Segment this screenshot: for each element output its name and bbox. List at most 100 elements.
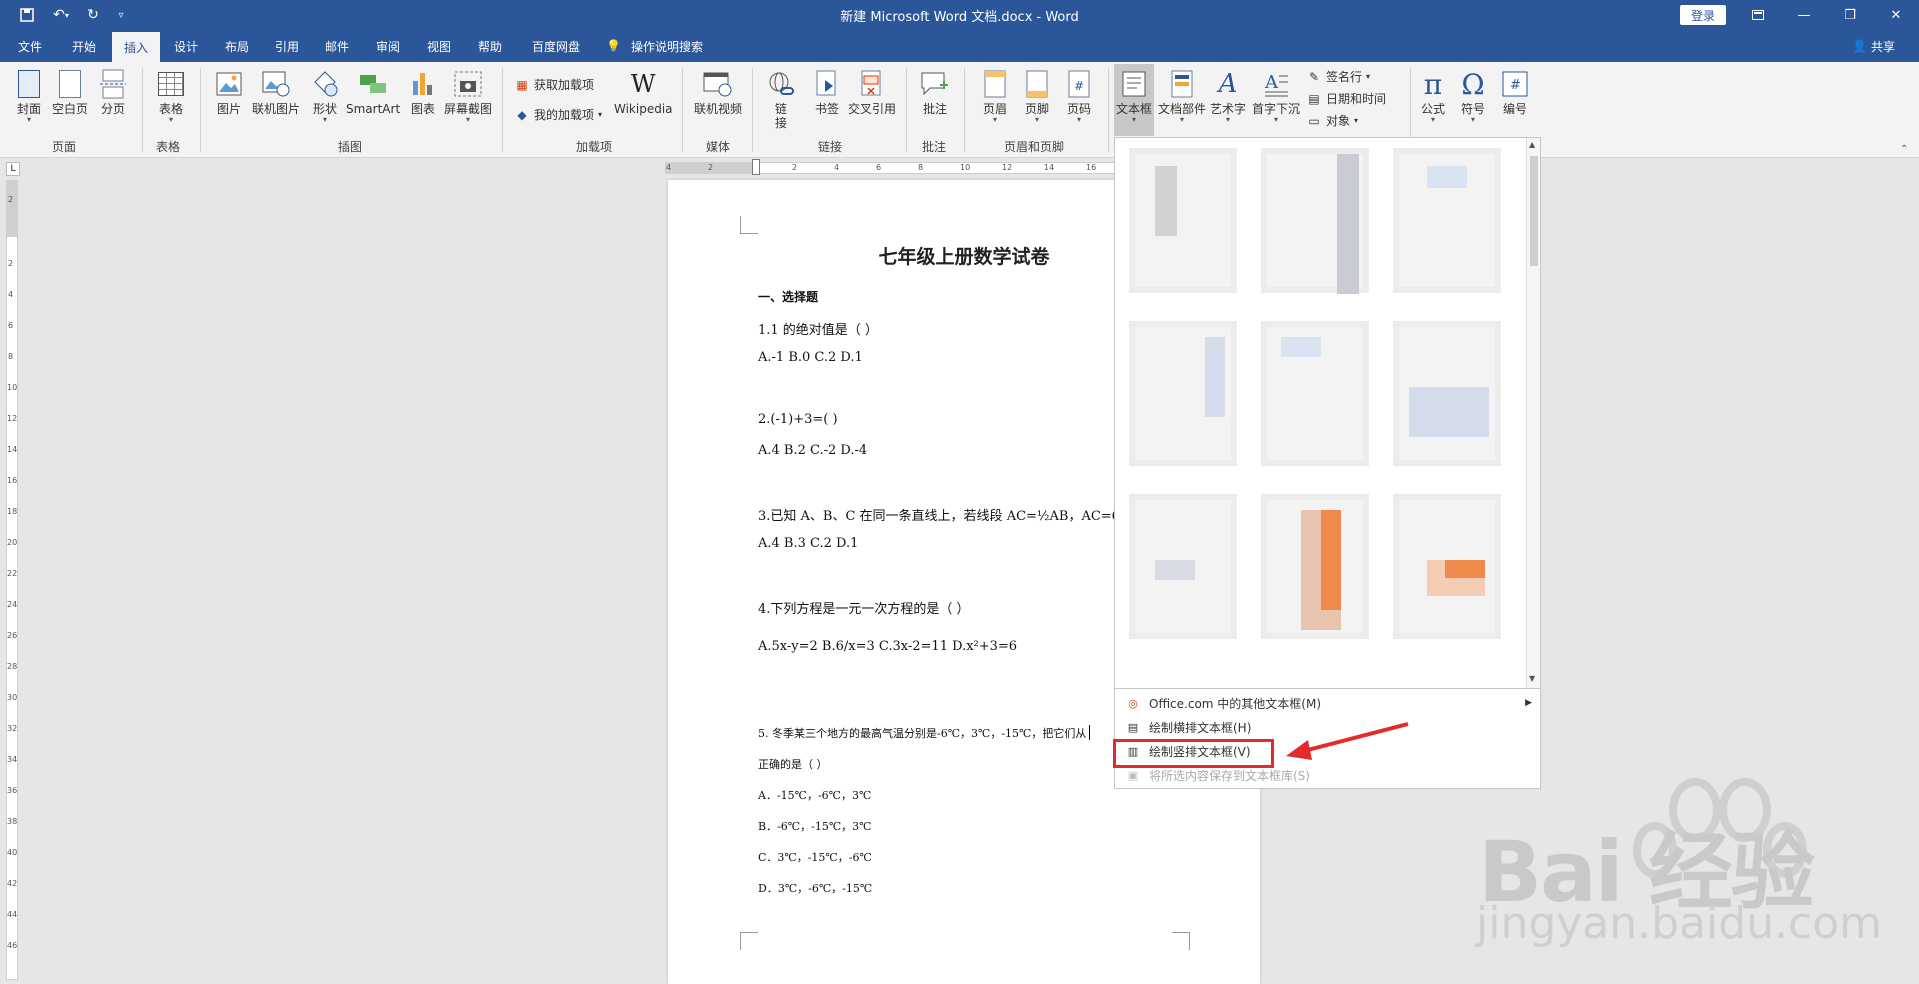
divider: [142, 68, 143, 152]
ruler-tick: 2: [8, 259, 14, 268]
comment-button[interactable]: 批注: [920, 68, 950, 116]
wikipedia-label: Wikipedia: [614, 102, 673, 116]
screenshot-icon: [453, 68, 483, 100]
page-break-label: 分页: [100, 102, 125, 116]
ruler-tick: 2: [708, 163, 714, 172]
tab-view[interactable]: 视图: [421, 30, 457, 62]
tell-me-search[interactable]: 💡 操作说明搜索: [606, 30, 703, 62]
ruler-tick: 36: [7, 786, 18, 795]
get-addins-button[interactable]: ▦ 获取加载项: [514, 76, 594, 93]
collapse-ribbon-icon[interactable]: ⌃: [1900, 144, 1908, 155]
close-icon[interactable]: ✕: [1876, 4, 1916, 26]
gallery-scrollbar[interactable]: ▲ ▼: [1526, 138, 1540, 688]
horizontal-textbox-icon: ▤: [1127, 720, 1139, 734]
ribbon-display-icon[interactable]: [1738, 4, 1778, 26]
ruler-tick: 4: [8, 290, 14, 299]
gallery-item[interactable]: [1393, 494, 1501, 639]
login-button[interactable]: 登录: [1680, 5, 1726, 25]
page-number-button[interactable]: # 页码 ▾: [1064, 68, 1094, 124]
screenshot-button[interactable]: 屏幕截图 ▾: [444, 68, 492, 124]
menu-item-more-textboxes[interactable]: ◎ Office.com 中的其他文本框(M) ▶: [1115, 691, 1542, 715]
bookmark-button[interactable]: 书签: [812, 68, 842, 116]
smartart-button[interactable]: SmartArt: [346, 68, 400, 116]
tab-file[interactable]: 文件: [12, 30, 48, 62]
tell-me-label: 操作说明搜索: [630, 39, 703, 54]
page-number-label: 页码: [1066, 102, 1091, 116]
cross-reference-button[interactable]: 交叉引用: [848, 68, 896, 116]
date-time-button[interactable]: ▤ 日期和时间: [1306, 90, 1386, 107]
smartart-icon: [358, 68, 388, 100]
signature-line-button[interactable]: ✎ 签名行 ▾: [1306, 68, 1370, 85]
cover-page-button[interactable]: 封面 ▾: [14, 68, 44, 124]
tab-help[interactable]: 帮助: [472, 30, 508, 62]
watermark-url: jingyan.baidu.com: [1476, 898, 1883, 949]
gallery-item[interactable]: [1261, 148, 1369, 294]
wordart-button[interactable]: A 艺术字 ▾: [1210, 68, 1246, 124]
gallery-item[interactable]: [1129, 148, 1237, 293]
save-icon: ▣: [1127, 768, 1139, 782]
submenu-arrow-icon: ▶: [1525, 698, 1532, 708]
tab-selector[interactable]: L: [6, 162, 20, 176]
highlight-box: [1113, 739, 1274, 768]
my-addins-button[interactable]: ◆ 我的加载项 ▾: [514, 106, 602, 123]
tab-review[interactable]: 审阅: [370, 30, 406, 62]
blank-page-button[interactable]: 空白页: [52, 68, 88, 116]
minimize-icon[interactable]: —: [1784, 4, 1824, 26]
divider: [200, 68, 201, 152]
restore-icon[interactable]: ❐: [1830, 4, 1870, 26]
tab-design[interactable]: 设计: [168, 30, 204, 62]
share-button[interactable]: 👤 共享: [1852, 30, 1895, 62]
ruler-tick: 22: [7, 569, 18, 578]
gallery-item[interactable]: [1261, 321, 1369, 466]
store-icon: ▦: [516, 77, 528, 92]
gallery-item[interactable]: [1261, 494, 1369, 639]
tab-references[interactable]: 引用: [269, 30, 305, 62]
person-icon: 👤: [1852, 39, 1867, 53]
divider: [502, 68, 503, 152]
number-button[interactable]: # 编号: [1500, 68, 1530, 116]
link-button[interactable]: 链接: [766, 68, 796, 130]
quick-parts-icon: [1167, 68, 1197, 100]
tab-insert[interactable]: 插入: [112, 32, 161, 62]
chart-button[interactable]: 图表: [408, 68, 438, 116]
gallery-item[interactable]: [1393, 148, 1501, 293]
ruler-tick: 10: [960, 163, 971, 172]
tab-baidu-netdisk[interactable]: 百度网盘: [526, 30, 586, 62]
header-label: 页眉: [982, 102, 1007, 116]
horizontal-ruler[interactable]: 4 2 2 4 6 8 10 12 14 16: [665, 159, 1115, 175]
options-line: A.4 B.3 C.2 D.1: [758, 536, 859, 551]
indent-marker[interactable]: [752, 159, 760, 175]
tab-layout[interactable]: 布局: [219, 30, 255, 62]
scroll-down-icon[interactable]: ▼: [1529, 674, 1535, 683]
online-picture-button[interactable]: 联机图片: [252, 68, 300, 116]
object-button[interactable]: ▭ 对象 ▾: [1306, 112, 1358, 129]
table-button[interactable]: 表格 ▾: [156, 68, 186, 124]
vertical-ruler[interactable]: 2 2 4 6 8 10 12 14 16 18 20 22 24 26 28 …: [6, 180, 18, 980]
ruler-tick: 20: [7, 538, 18, 547]
online-video-button[interactable]: 联机视频: [694, 68, 742, 116]
ruler-tick: 2: [8, 195, 14, 204]
gallery-item[interactable]: [1129, 494, 1237, 639]
footer-button[interactable]: 页脚 ▾: [1022, 68, 1052, 124]
scroll-thumb[interactable]: [1530, 156, 1538, 266]
page-break-button[interactable]: 分页: [98, 68, 128, 116]
chart-label: 图表: [410, 102, 435, 116]
shapes-button[interactable]: 形状 ▾: [310, 68, 340, 124]
table-label: 表格: [158, 102, 183, 116]
gallery-item[interactable]: [1129, 321, 1237, 466]
omega-icon: Ω: [1461, 67, 1485, 101]
quick-parts-button[interactable]: 文档部件 ▾: [1158, 68, 1206, 124]
symbol-button[interactable]: Ω 符号 ▾: [1458, 68, 1488, 124]
textbox-gallery: [1114, 137, 1541, 689]
header-button[interactable]: 页眉 ▾: [980, 68, 1010, 124]
wikipedia-button[interactable]: W Wikipedia: [614, 68, 673, 116]
tab-home[interactable]: 开始: [66, 30, 102, 62]
scroll-up-icon[interactable]: ▲: [1529, 140, 1535, 149]
link-icon: [766, 68, 796, 100]
gallery-item[interactable]: [1393, 321, 1501, 466]
drop-cap-button[interactable]: A 首字下沉 ▾: [1252, 68, 1300, 124]
equation-button[interactable]: π 公式 ▾: [1418, 68, 1448, 124]
tab-mailings[interactable]: 邮件: [319, 30, 355, 62]
textbox-button[interactable]: 文本框 ▾: [1114, 64, 1155, 136]
picture-button[interactable]: 图片: [214, 68, 244, 116]
